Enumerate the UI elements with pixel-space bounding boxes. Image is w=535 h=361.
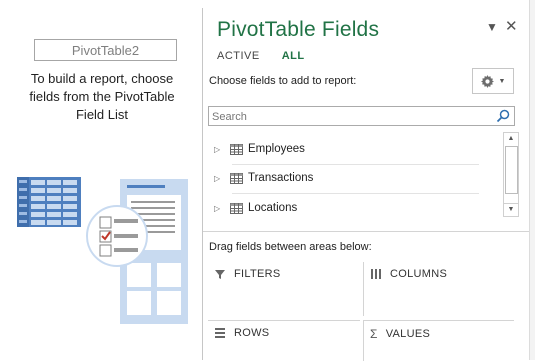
search-icon[interactable] [496,109,510,123]
filter-icon [215,270,225,279]
chevron-down-icon[interactable]: ▼ [486,20,498,34]
pivottable-illustration [17,177,188,324]
field-label: Employees [248,143,305,155]
table-icon [230,172,243,184]
scroll-up-icon[interactable]: ▲ [504,133,518,145]
rows-icon [215,328,225,338]
tools-button[interactable]: ▼ [472,68,514,94]
areas-divider [203,231,530,232]
pane-title: PivotTable Fields [217,18,380,41]
drag-fields-label: Drag fields between areas below: [209,241,372,253]
field-row-transactions[interactable]: ▷ Transactions [208,167,313,189]
sigma-icon: Σ [370,327,378,341]
filters-area[interactable]: FILTERS [208,262,360,316]
triangle-right-icon[interactable]: ▷ [214,145,224,154]
rows-area-label: ROWS [234,327,270,339]
close-icon[interactable]: ✕ [505,17,518,35]
columns-area[interactable]: COLUMNS [363,262,514,316]
rows-area[interactable]: ROWS [208,320,360,361]
values-area-header: Σ VALUES [370,327,430,341]
field-row-locations[interactable]: ▷ Locations [208,197,297,219]
triangle-right-icon[interactable]: ▷ [214,174,224,183]
pivottable-instructions: To build a report, choose fields from th… [12,70,192,124]
window-edge [529,0,535,360]
chevron-down-icon: ▼ [498,77,506,85]
columns-area-label: COLUMNS [390,268,448,280]
scroll-down-icon[interactable]: ▼ [504,203,518,216]
instructions-line-3: Field List [75,107,129,122]
field-label: Locations [248,202,298,214]
filters-area-label: FILTERS [234,268,281,280]
tab-active[interactable]: ACTIVE [217,50,260,62]
pivottable-placeholder: PivotTable2 To build a report, choose fi… [0,0,200,360]
instructions-line-1: To build a report, choose [30,71,174,86]
table-illustration [17,177,81,227]
tab-all[interactable]: ALL [282,50,305,62]
columns-icon [371,269,381,279]
gear-icon [480,74,494,88]
rows-area-header: ROWS [214,327,269,339]
values-area-label: VALUES [385,328,431,340]
values-area[interactable]: Σ VALUES [363,320,514,361]
table-icon [230,202,243,214]
triangle-right-icon[interactable]: ▷ [214,204,224,213]
scroll-thumb[interactable] [505,146,518,194]
instructions-line-2: fields from the PivotTable [29,89,175,104]
checklist-magnifier-illustration [86,205,148,267]
row-separator [232,193,479,194]
field-search-box [208,106,515,126]
field-label: Transactions [248,172,314,184]
field-row-employees[interactable]: ▷ Employees [208,138,305,160]
pivottable-fields-pane: PivotTable Fields ▼ ✕ ACTIVE ALL Choose … [202,8,530,361]
row-separator [232,164,479,165]
field-tabs: ACTIVE ALL [217,50,305,62]
search-input[interactable] [209,108,485,126]
pivottable-name-box: PivotTable2 [34,39,177,61]
choose-fields-label: Choose fields to add to report: [209,75,357,87]
field-list-scrollbar[interactable]: ▲ ▼ [503,132,519,217]
filters-area-header: FILTERS [214,268,281,280]
table-icon [230,143,243,155]
field-list: ▷ Employees ▷ Transactions ▷ Locations ▲… [208,132,519,232]
columns-area-header: COLUMNS [370,268,447,280]
